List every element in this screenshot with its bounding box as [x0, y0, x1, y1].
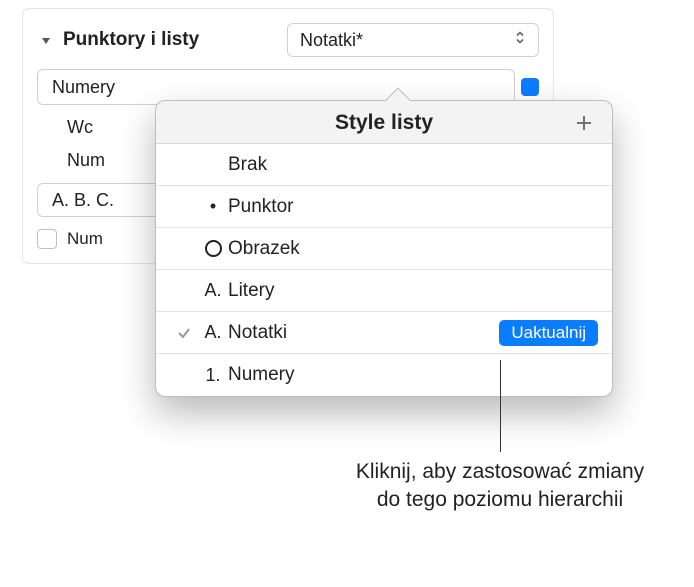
- style-item-numbers[interactable]: 1. Numery: [156, 354, 612, 396]
- style-label: Punktor: [228, 196, 598, 218]
- bullet-icon: A.: [198, 322, 228, 343]
- chevrons-icon: [514, 30, 526, 51]
- list-style-value: Notatki*: [300, 30, 363, 51]
- style-label: Obrazek: [228, 238, 598, 260]
- popover-header: Style listy: [156, 101, 612, 144]
- style-item-letters[interactable]: A. Litery: [156, 270, 612, 312]
- section-title: Punktory i listy: [63, 29, 279, 51]
- style-item-image[interactable]: Obrazek: [156, 228, 612, 270]
- callout-text: Kliknij, aby zastosować zmiany do tego p…: [350, 458, 650, 515]
- ring-icon: [198, 240, 228, 257]
- callout-leader-line: [500, 360, 501, 452]
- style-label: Litery: [228, 280, 598, 302]
- popover-title: Style listy: [335, 111, 433, 135]
- section-header: Punktory i listy Notatki*: [37, 23, 539, 57]
- checkmark-icon: [170, 325, 198, 341]
- tiered-label: Num: [67, 229, 103, 249]
- bullet-icon: A.: [198, 280, 228, 301]
- indent-label: Wc: [37, 117, 93, 138]
- bullet-icon: 1.: [198, 365, 228, 386]
- style-label: Notatki: [228, 322, 499, 344]
- format-value: A. B. C.: [52, 190, 114, 211]
- list-style-select[interactable]: Notatki*: [287, 23, 539, 57]
- list-styles-popover: Style listy Brak • Punktor Obrazek A.: [155, 100, 613, 397]
- popover-list: Brak • Punktor Obrazek A. Litery A. Nota…: [156, 144, 612, 396]
- style-label: Numery: [228, 364, 598, 386]
- popover-pointer-icon: [384, 88, 410, 101]
- toggle-indicator[interactable]: [521, 78, 539, 96]
- style-item-none[interactable]: Brak: [156, 144, 612, 186]
- update-button[interactable]: Uaktualnij: [499, 320, 598, 346]
- bullet-icon: •: [198, 196, 228, 217]
- style-item-notes[interactable]: A. Notatki Uaktualnij: [156, 312, 612, 354]
- number-type-value: Numery: [52, 77, 115, 98]
- add-style-button[interactable]: [570, 109, 598, 137]
- number-label: Num: [37, 150, 105, 171]
- disclosure-triangle-icon[interactable]: [37, 31, 55, 49]
- style-label: Brak: [228, 154, 598, 176]
- tiered-checkbox[interactable]: [37, 229, 57, 249]
- style-item-bullet[interactable]: • Punktor: [156, 186, 612, 228]
